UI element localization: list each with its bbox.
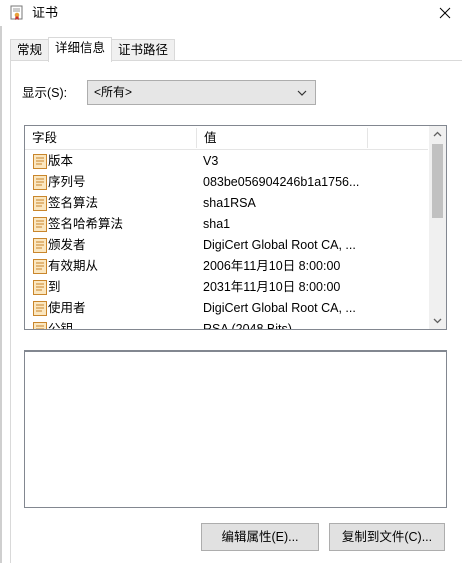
window-left-edge [0,26,2,563]
scroll-down-button[interactable] [429,312,446,329]
table-row[interactable]: 序列号 083be056904246b1a1756... [25,172,428,193]
field-name: 使用者 [48,301,86,315]
field-name: 颁发者 [48,238,86,252]
chevron-down-icon [433,318,442,324]
field-value: V3 [203,154,219,168]
field-name: 版本 [48,154,74,168]
certificate-field-icon [33,217,47,232]
tab-strip: 常规 详细信息 证书路径 [10,37,176,62]
field-value: sha1RSA [203,196,256,210]
field-value: 2006年11月10日 8:00:00 [203,259,341,273]
scroll-up-button[interactable] [429,126,446,143]
fields-list[interactable]: 字段 值 版本 V3 序列号 083be056904246b1a1756... 签名算法… [24,125,447,330]
column-header-value[interactable]: 值 [197,126,367,150]
certificate-field-icon [33,238,47,253]
certificate-field-icon [33,259,47,274]
field-name: 到 [48,280,61,294]
edit-properties-button[interactable]: 编辑属性(E)... [201,523,319,551]
table-row[interactable]: 有效期从 2006年11月10日 8:00:00 [25,256,428,277]
field-value: DigiCert Global Root CA, ... [203,238,356,252]
chevron-down-icon [295,85,309,99]
field-name: 有效期从 [48,259,99,273]
field-name: 签名哈希算法 [48,217,124,231]
certificate-icon [9,5,25,21]
field-value: DigiCert Global Root CA, ... [203,301,356,315]
field-value: 2031年11月10日 8:00:00 [203,280,341,294]
field-value: sha1 [203,217,231,231]
field-name: 序列号 [48,175,86,189]
certificate-field-icon [33,301,47,316]
column-separator[interactable] [367,128,368,148]
copy-to-file-button[interactable]: 复制到文件(C)... [329,523,445,551]
certificate-field-icon [33,280,47,295]
field-detail-textbox[interactable] [24,350,447,508]
certificate-field-icon [33,196,47,211]
field-value: 083be056904246b1a1756... [203,175,360,189]
show-dropdown-value: <所有> [94,85,133,99]
list-header: 字段 值 [25,126,428,150]
chevron-up-icon [433,131,442,137]
table-row[interactable]: 公钥 RSA (2048 Bits) [25,319,428,330]
close-icon [439,7,451,19]
certificate-field-icon [33,154,47,169]
scrollbar-thumb[interactable] [432,144,443,218]
table-row[interactable]: 签名哈希算法 sha1 [25,214,428,235]
show-dropdown[interactable]: <所有> [87,80,316,105]
tab-details[interactable]: 详细信息 [48,37,113,62]
certificate-field-icon [33,322,47,329]
table-row[interactable]: 颁发者 DigiCert Global Root CA, ... [25,235,428,256]
table-row[interactable]: 签名算法 sha1RSA [25,193,428,214]
field-value: RSA (2048 Bits) [203,322,292,330]
table-row[interactable]: 版本 V3 [25,151,428,172]
window-title: 证书 [32,5,59,20]
table-row[interactable]: 到 2031年11月10日 8:00:00 [25,277,428,298]
field-name: 签名算法 [48,196,99,210]
column-header-field[interactable]: 字段 [25,126,196,150]
table-row[interactable]: 使用者 DigiCert Global Root CA, ... [25,298,428,319]
tab-certification-path[interactable]: 证书路径 [111,39,176,61]
show-label: 显示(S): [22,86,68,100]
close-button[interactable] [428,0,462,26]
vertical-scrollbar[interactable] [429,126,446,329]
title-bar: 证书 [0,0,462,26]
field-name: 公钥 [48,322,74,330]
tab-general[interactable]: 常规 [10,39,50,61]
certificate-field-icon [33,175,47,190]
